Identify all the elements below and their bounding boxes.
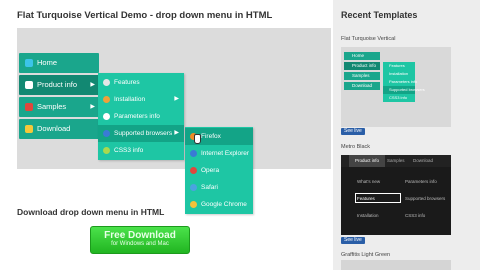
browser-item-google-chrome[interactable]: Google Chrome	[185, 196, 253, 213]
preview-submenu-item: Supported browsers	[383, 86, 425, 94]
preview-submenu-item: Parameters info	[383, 78, 417, 86]
css-icon	[103, 147, 110, 154]
preview-tab: Product info	[349, 155, 386, 167]
browser-item-label: Firefox	[201, 133, 221, 140]
template-name[interactable]: Flat Turquoise Vertical	[341, 36, 395, 42]
submenu-item-label: Supported browsers	[114, 130, 173, 137]
internet-explorer-icon	[190, 150, 197, 157]
main-menu: Home Product info ▶ Samples ▶ Download	[19, 53, 99, 141]
menu-item-label: Product info	[37, 80, 78, 89]
submenu-item-label: Installation	[114, 96, 146, 103]
preview-row: CSS3 info	[405, 213, 426, 218]
chevron-right-icon: ▶	[90, 82, 95, 88]
preview-submenu-item: Installation	[383, 70, 415, 78]
star-icon	[103, 79, 110, 86]
heart-icon	[25, 103, 33, 111]
template-preview-graffitis[interactable]	[341, 260, 451, 270]
chevron-right-icon: ▶	[90, 104, 95, 110]
wrench-icon	[103, 96, 110, 103]
submenu-item-label: CSS3 info	[114, 147, 144, 154]
browser-item-label: Internet Explorer	[201, 150, 250, 157]
preview-row: Installation	[357, 213, 379, 218]
browser-item-opera[interactable]: Opera	[185, 162, 253, 179]
demo-title: Flat Turquoise Vertical Demo - drop down…	[17, 10, 273, 21]
submenu-item-supported-browsers[interactable]: Supported browsers ▶	[98, 125, 184, 142]
preview-submenu-item: CSS3 info	[383, 94, 415, 102]
sidebar: Recent Templates Flat Turquoise Vertical…	[333, 0, 480, 270]
download-icon	[25, 125, 33, 133]
preview-menu-item: Samples	[344, 72, 380, 80]
preview-menu-item: Home	[344, 52, 380, 60]
browser-item-label: Opera	[201, 167, 220, 174]
preview-row: Supported browsers	[405, 196, 446, 201]
download-button-sublabel: for Windows and Mac	[111, 241, 169, 247]
see-live-button[interactable]: See live	[341, 237, 365, 244]
globe-icon	[103, 130, 110, 137]
submenu-item-css3-info[interactable]: CSS3 info	[98, 142, 184, 159]
main-content: Flat Turquoise Vertical Demo - drop down…	[0, 0, 331, 270]
menu-item-home[interactable]: Home	[19, 53, 99, 73]
browser-item-label: Google Chrome	[201, 201, 247, 208]
recent-templates-title: Recent Templates	[341, 10, 418, 20]
submenu-item-installation[interactable]: Installation ▶	[98, 91, 184, 108]
product-info-submenu: Features Installation ▶ Parameters info …	[98, 73, 184, 160]
safari-icon	[190, 184, 197, 191]
menu-item-label: Download	[37, 124, 71, 133]
menu-item-label: Samples	[37, 102, 67, 111]
browser-item-label: Safari	[201, 184, 218, 191]
browser-item-internet-explorer[interactable]: Internet Explorer	[185, 145, 253, 162]
submenu-item-features[interactable]: Features	[98, 74, 184, 91]
preview-row: Features	[357, 196, 375, 201]
chevron-right-icon: ▶	[174, 130, 179, 136]
opera-icon	[190, 167, 197, 174]
template-preview-metro-black[interactable]: Product info Samples Download What's new…	[341, 155, 451, 235]
menu-item-samples[interactable]: Samples ▶	[19, 97, 99, 117]
home-icon	[25, 59, 33, 67]
submenu-item-parameters-info[interactable]: Parameters info	[98, 108, 184, 125]
see-live-button[interactable]: See live	[341, 128, 365, 135]
submenu-item-label: Features	[114, 79, 140, 86]
template-preview-flat-turquoise[interactable]: Home Product info Samples Download Featu…	[341, 47, 451, 127]
download-button-label: Free Download	[104, 230, 176, 241]
preview-tabbar: Product info Samples Download	[341, 155, 451, 167]
preview-row: What's new	[357, 179, 381, 184]
free-download-button[interactable]: Free Download for Windows and Mac	[90, 226, 190, 254]
preview-menu-item: Download	[344, 82, 380, 90]
submenu-item-label: Parameters info	[114, 113, 160, 120]
download-title: Download drop down menu in HTML	[17, 207, 165, 217]
preview-menu-item: Product info	[344, 62, 380, 70]
list-icon	[103, 113, 110, 120]
menu-item-product-info[interactable]: Product info ▶	[19, 75, 99, 95]
menu-item-download[interactable]: Download	[19, 119, 99, 139]
browser-item-safari[interactable]: Safari	[185, 179, 253, 196]
preview-row: Parameters info	[405, 179, 437, 184]
document-icon	[25, 81, 33, 89]
chrome-icon	[190, 201, 197, 208]
hand-cursor-icon	[194, 134, 201, 144]
menu-item-label: Home	[37, 58, 58, 67]
template-name[interactable]: Graffitis Light Green	[341, 252, 390, 258]
preview-submenu-item: Features	[383, 62, 415, 70]
page: Flat Turquoise Vertical Demo - drop down…	[0, 0, 480, 270]
preview-tab: Download	[413, 158, 434, 163]
template-name[interactable]: Metro Black	[341, 144, 370, 150]
chevron-right-icon: ▶	[174, 96, 179, 102]
